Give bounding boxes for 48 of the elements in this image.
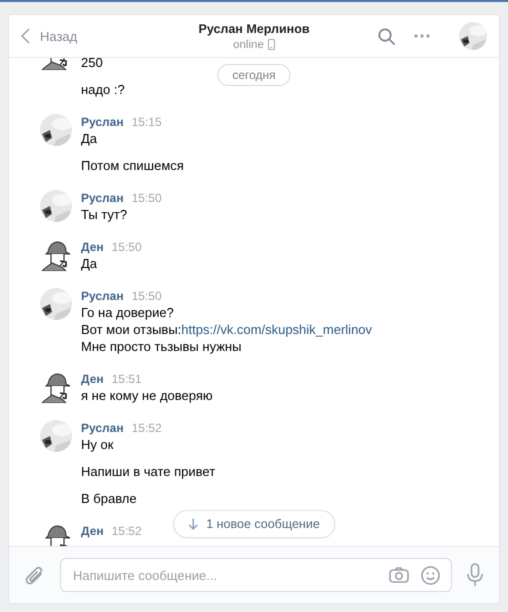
new-messages-button[interactable]: 1 новое сообщение	[173, 510, 335, 538]
back-chevron-icon[interactable]	[21, 28, 30, 44]
message-time: 15:50	[132, 191, 162, 205]
message-time: 15:52	[112, 524, 142, 538]
sender-name[interactable]: Ден	[81, 372, 104, 386]
date-divider: сегодня	[217, 64, 291, 86]
avatar[interactable]	[40, 114, 72, 146]
message-time: 15:15	[132, 115, 162, 129]
sender-name[interactable]: Руслан	[81, 289, 124, 303]
sender-name[interactable]: Руслан	[81, 421, 124, 435]
message-input[interactable]: Напишите сообщение...	[60, 558, 452, 592]
sender-name[interactable]: Ден	[81, 524, 104, 538]
message-time: 15:51	[112, 372, 142, 386]
avatar[interactable]	[40, 190, 72, 222]
more-icon[interactable]	[414, 34, 430, 38]
detective-icon[interactable]	[40, 239, 72, 271]
online-status: online	[233, 38, 264, 50]
message-time: 15:50	[132, 289, 162, 303]
message-text: Ты тут?	[81, 207, 128, 222]
message-text: Да	[81, 131, 98, 146]
avatar[interactable]	[40, 420, 72, 452]
message-text: 250	[81, 58, 103, 70]
message-text: Да	[81, 256, 98, 271]
detective-icon[interactable]	[40, 371, 72, 403]
sender-name[interactable]: Ден	[81, 240, 104, 254]
profile-link[interactable]: https://vk.com/skupshik_merlinov	[181, 322, 372, 337]
chat-title: Руслан Мерлинов	[198, 22, 310, 36]
back-button[interactable]: Назад	[21, 28, 78, 44]
sender-name[interactable]: Руслан	[81, 115, 124, 129]
message-time: 15:50	[112, 240, 142, 254]
avatar[interactable]	[40, 288, 72, 320]
search-icon[interactable]	[378, 28, 395, 44]
message-text: я не кому не доверяю	[81, 388, 213, 403]
message-text: Вот мои отзывы:	[81, 322, 182, 337]
message-text: Напиши в чате привет	[81, 464, 216, 479]
message-text: Го на доверие?	[81, 305, 174, 320]
arrow-down-icon	[188, 518, 198, 530]
message-text: Потом спишемся	[81, 158, 184, 173]
message-text: надо :?	[81, 82, 125, 97]
camera-icon[interactable]	[389, 567, 409, 583]
avatar[interactable]	[459, 22, 487, 50]
phone-icon	[268, 39, 275, 50]
message-text: В бравле	[81, 491, 137, 506]
sender-name[interactable]: Руслан	[81, 191, 124, 205]
smile-icon[interactable]	[421, 566, 440, 584]
message-text: Мне просто тьзывы нужны	[81, 339, 242, 354]
message-time: 15:52	[132, 421, 162, 435]
message-text: Ну ок	[81, 437, 114, 452]
